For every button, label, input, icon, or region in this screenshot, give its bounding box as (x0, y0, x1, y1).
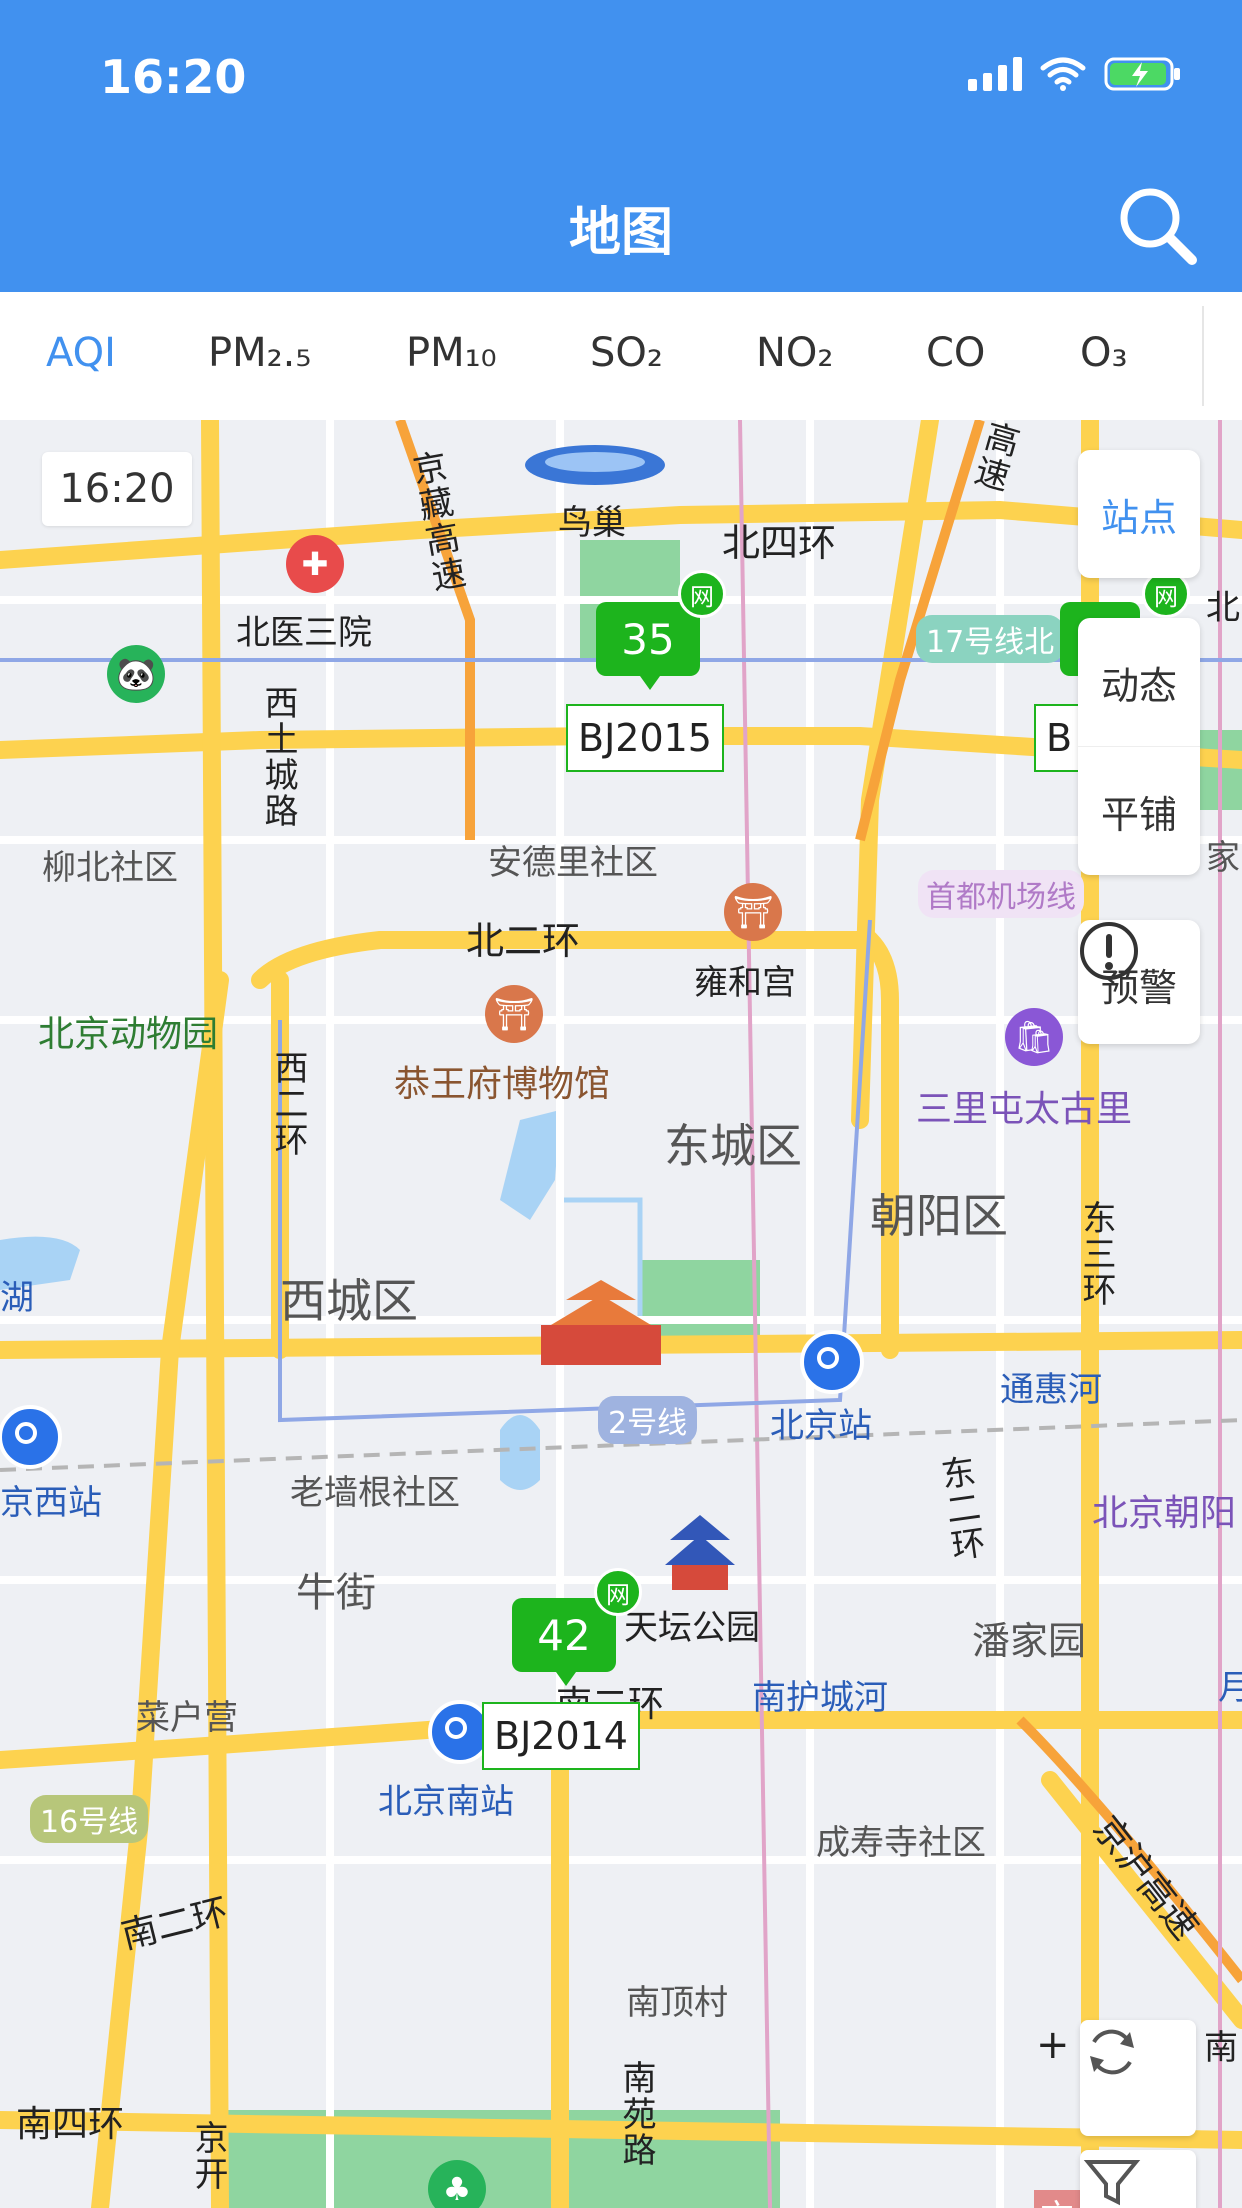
map-label: 南四环 (16, 2104, 125, 2145)
stadium-icon (525, 445, 665, 485)
map-label: 西二环 (268, 1050, 308, 1158)
temple-of-heaven-icon (665, 1515, 735, 1590)
map-label: 北二环 (466, 919, 581, 963)
tab-pm10[interactable]: PM₁₀ (406, 330, 497, 376)
layer-mode-controls: 动态 平铺 (1078, 618, 1200, 875)
map-label: 首都机场线 (918, 870, 1084, 918)
app-header: 16:20 地图 (0, 0, 1242, 292)
layer-tile-button[interactable]: 平铺 (1078, 747, 1200, 875)
map-label: 南苑路 (616, 2060, 656, 2168)
map-label: 柳北社区 (42, 848, 178, 888)
map-label: 家 (1206, 838, 1240, 878)
tab-so2[interactable]: SO₂ (590, 330, 663, 376)
map-label: 东三环 (1076, 1200, 1116, 1308)
refresh-button[interactable] (1080, 2020, 1196, 2136)
museum-poi-icon[interactable]: ⛩ (485, 985, 543, 1043)
map-label: 北四环 (722, 521, 837, 565)
layer-station-button[interactable]: 站点 (1078, 450, 1200, 578)
map-label: 南护城河 (752, 1678, 888, 1718)
tabs-divider (1202, 306, 1204, 406)
map-label: 北京站 (770, 1406, 872, 1446)
map-label: 三里屯太古里 (916, 1089, 1133, 1130)
filter-button[interactable] (1080, 2150, 1196, 2208)
map-label: 17号线北 (916, 615, 1065, 663)
map-label: 北 (1206, 588, 1240, 628)
map-time-chip: 16:20 (42, 452, 192, 526)
station-id-label[interactable]: B (1034, 704, 1085, 772)
search-icon[interactable] (1114, 182, 1200, 268)
station-aqi-marker[interactable]: 35 (596, 602, 700, 690)
map-label: 牛街 (296, 1570, 376, 1616)
map-label: 菜户营 (136, 1698, 238, 1738)
page-title: 地图 (568, 203, 673, 263)
station-id-label[interactable]: BJ2014 (482, 1702, 640, 1770)
map-label: 京西站 (0, 1483, 102, 1523)
map-label: 天坛公园 (624, 1608, 760, 1648)
map-label: 朝阳区 (870, 1189, 1008, 1243)
wifi-icon (1040, 57, 1086, 91)
temple-poi-icon[interactable]: ⛩ (724, 883, 782, 941)
map-label: 南顶村 (626, 1983, 728, 2023)
filter-icon (1083, 2160, 1141, 2206)
map-label: 月 (1218, 1668, 1242, 1708)
exclamation-icon (1080, 922, 1138, 980)
tab-co[interactable]: CO (926, 330, 985, 376)
metro-station-icon[interactable] (800, 1330, 864, 1394)
map-label: 北京朝阳 (1092, 1493, 1237, 1534)
map-label: 南 (1204, 2028, 1238, 2068)
layer-dynamic-button[interactable]: 动态 (1078, 618, 1200, 747)
map-label: 北医三院 (236, 613, 372, 653)
pollutant-tabs: AQI PM₂.₅ PM₁₀ SO₂ NO₂ CO O₃ (0, 292, 1242, 421)
map-view[interactable]: 16:20 ✚ 🐼 ⛩ ⛩ 🛍 ♣ 鸟巢 北四环 北医三院 京藏高速 西土城路 … (0, 420, 1242, 2208)
map-label: 北京动物园 (38, 1014, 219, 1055)
refresh-icon (1090, 2029, 1134, 2075)
map-label: 雍和宫 (694, 963, 796, 1003)
map-label: 潘家园 (972, 1619, 1087, 1663)
map-label: 北京南站 (378, 1782, 514, 1822)
map-label: 西土城路 (258, 685, 298, 829)
network-badge: 网 (678, 570, 726, 618)
status-time: 16:20 (100, 50, 247, 104)
zoo-icon[interactable]: 🐼 (107, 645, 165, 703)
map-label: 通惠河 (1000, 1370, 1102, 1410)
signal-icon (968, 57, 1022, 91)
battery-icon (1104, 57, 1180, 91)
map-label: 湖 (0, 1278, 34, 1318)
map-label: 16号线 (30, 1795, 149, 1843)
tab-aqi[interactable]: AQI (46, 330, 116, 376)
tab-no2[interactable]: NO₂ (756, 330, 833, 376)
map-label: 2号线 (598, 1396, 698, 1444)
tab-pm25[interactable]: PM₂.₅ (208, 330, 311, 376)
map-label: 老墙根社区 (290, 1473, 460, 1513)
status-icons (968, 56, 1182, 92)
map-label: 东城区 (664, 1119, 802, 1173)
station-id-label[interactable]: BJ2015 (566, 704, 724, 772)
map-label: 成寿寺社区 (816, 1823, 986, 1863)
tab-o3[interactable]: O₃ (1080, 330, 1128, 376)
map-label: 亦 (1034, 2190, 1080, 2208)
shopping-poi-icon[interactable]: 🛍 (1005, 1008, 1063, 1066)
map-label: 京开 (188, 2120, 228, 2192)
hospital-icon[interactable]: ✚ (286, 535, 344, 593)
tiananmen-icon (541, 1280, 661, 1365)
map-label: 恭王府博物馆 (394, 1064, 611, 1105)
network-badge: 网 (594, 1568, 642, 1616)
layer-controls: 站点 (1078, 450, 1200, 578)
map-label: 西城区 (280, 1274, 418, 1328)
map-label: 鸟巢 (558, 503, 626, 543)
warning-button[interactable]: 预警 (1078, 920, 1200, 1044)
map-label: 安德里社区 (488, 843, 658, 883)
metro-station-icon[interactable] (0, 1405, 62, 1469)
plus-icon[interactable]: + (1036, 2022, 1070, 2068)
